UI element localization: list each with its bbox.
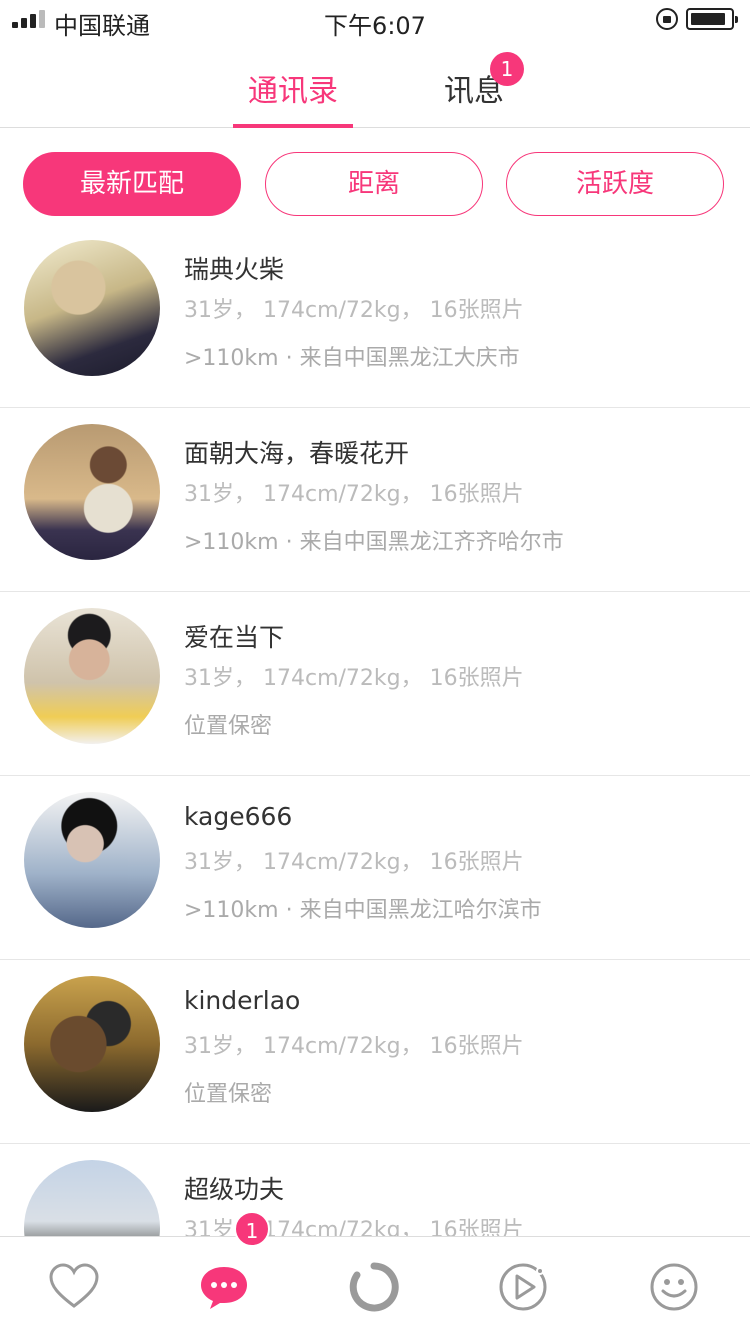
user-name: 爱在当下 — [184, 623, 285, 652]
list-item[interactable]: 超级功夫 31岁， 174cm/72kg， 16张照片 — [0, 1144, 750, 1236]
user-meta: 31岁， 174cm/72kg， 16张照片 — [184, 482, 524, 507]
avatar[interactable] — [24, 608, 160, 744]
avatar[interactable] — [24, 792, 160, 928]
top-tabs: 通讯录 讯息 1 — [0, 40, 750, 128]
avatar[interactable] — [24, 240, 160, 376]
user-location: >110km · 来自中国黑龙江哈尔滨市 — [184, 898, 542, 923]
list-item[interactable]: kinderlao 31岁， 174cm/72kg， 16张照片 位置保密 — [0, 960, 750, 1144]
tab-contacts[interactable]: 通讯录 — [233, 66, 353, 128]
user-list: 瑞典火柴 31岁， 174cm/72kg， 16张照片 >110km · 来自中… — [0, 224, 750, 1236]
heart-icon[interactable] — [48, 1261, 100, 1313]
user-meta: 31岁， 174cm/72kg， 16张照片 — [184, 1034, 524, 1059]
user-location: >110km · 来自中国黑龙江齐齐哈尔市 — [184, 530, 564, 555]
user-location: >110km · 来自中国黑龙江大庆市 — [184, 346, 520, 371]
user-name: 面朝大海，春暖花开 — [184, 439, 410, 468]
user-meta: 31岁， 174cm/72kg， 16张照片 — [184, 850, 524, 875]
filter-distance-button[interactable]: 距离 — [265, 152, 483, 216]
play-icon[interactable] — [497, 1261, 549, 1313]
bottom-nav: 1 — [0, 1211, 750, 1334]
refresh-icon[interactable] — [348, 1261, 400, 1313]
status-bar: 中国联通 下午6:07 — [0, 0, 750, 40]
tab-contacts-label: 通讯录 — [248, 74, 338, 109]
battery-icon — [686, 8, 738, 30]
avatar[interactable] — [24, 424, 160, 560]
user-name: kinderlao — [184, 986, 301, 1015]
active-tab-indicator — [233, 124, 353, 128]
rotation-lock-icon — [656, 8, 678, 30]
user-meta: 31岁， 174cm/72kg， 16张照片 — [184, 666, 524, 691]
filter-activity-button[interactable]: 活跃度 — [506, 152, 724, 216]
user-name: kage666 — [184, 802, 293, 831]
filter-bar: 最新匹配 距离 活跃度 — [0, 152, 750, 216]
filter-newest-button[interactable]: 最新匹配 — [23, 152, 241, 216]
list-item[interactable]: 爱在当下 31岁， 174cm/72kg， 16张照片 位置保密 — [0, 592, 750, 776]
chat-badge: 1 — [234, 1211, 270, 1247]
avatar[interactable] — [24, 976, 160, 1112]
chat-bubble-icon[interactable] — [198, 1261, 250, 1313]
avatar[interactable] — [24, 1160, 160, 1236]
smile-icon[interactable] — [648, 1261, 700, 1313]
user-meta: 31岁， 174cm/72kg， 16张照片 — [184, 298, 524, 323]
user-name: 瑞典火柴 — [184, 255, 285, 284]
list-item[interactable]: kage666 31岁， 174cm/72kg， 16张照片 >110km · … — [0, 776, 750, 960]
user-location: 位置保密 — [184, 1082, 273, 1107]
user-name: 超级功夫 — [184, 1175, 285, 1204]
list-item[interactable]: 面朝大海，春暖花开 31岁， 174cm/72kg， 16张照片 >110km … — [0, 408, 750, 592]
status-time: 下午6:07 — [324, 12, 426, 40]
list-item[interactable]: 瑞典火柴 31岁， 174cm/72kg， 16张照片 >110km · 来自中… — [0, 224, 750, 408]
messages-badge: 1 — [490, 52, 524, 86]
user-location: 位置保密 — [184, 714, 273, 739]
